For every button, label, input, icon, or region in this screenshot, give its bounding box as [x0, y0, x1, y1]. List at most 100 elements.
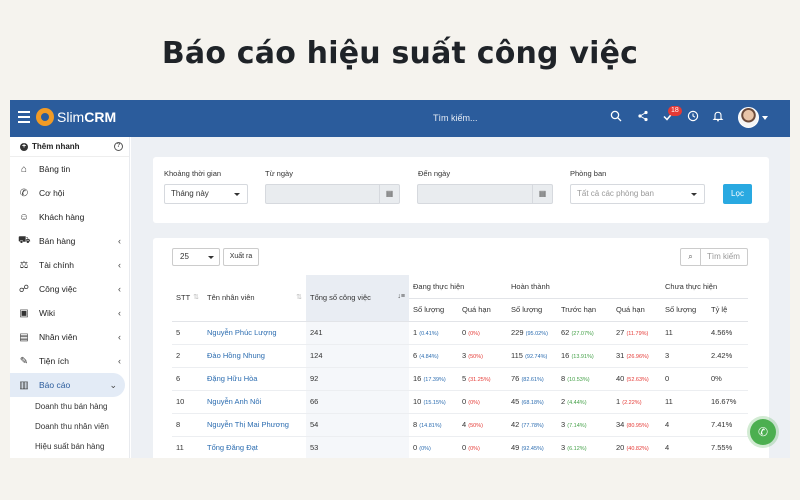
cell-employee-name[interactable]: Tống Đăng Đạt	[203, 436, 306, 458]
sidebar-item-sales[interactable]: ⛟ Bán hàng ‹	[10, 229, 129, 253]
app-logo[interactable]: SlimCRM	[36, 108, 116, 126]
table-row[interactable]: 8 Nguyễn Thị Mai Phương 54 8 (14.81%) 4 (50%…	[172, 413, 748, 437]
sidebar-item-opportunities[interactable]: ✆ Cơ hội	[10, 181, 129, 205]
cell-done-early: 3 (6.12%)	[557, 436, 612, 458]
cell-total: 241	[306, 321, 409, 345]
cell-nd-ratio: 4.56%	[707, 321, 748, 345]
sort-icon: ⇅	[193, 294, 199, 302]
sidebar-item-wiki[interactable]: ▣ Wiki ‹	[10, 301, 129, 325]
to-date-input[interactable]: ▦	[417, 184, 553, 204]
cell-stt: 2	[172, 344, 203, 368]
quick-add-button[interactable]: + Thêm nhanh ?	[10, 137, 129, 157]
cell-employee-name[interactable]: Nguyễn Thị Mai Phương	[203, 413, 306, 437]
col-header-total[interactable]: Tổng số công việc ↓≡	[306, 275, 409, 322]
cell-employee-name[interactable]: Đào Hồng Nhung	[203, 344, 306, 368]
cell-ip-qty: 6 (4.84%)	[409, 344, 458, 368]
cell-nd-qty: 4	[661, 413, 707, 437]
scale-icon: ⚖	[19, 259, 29, 271]
sidebar-item-reports[interactable]: ▥ Báo cáo ⌄	[10, 373, 125, 397]
bell-icon[interactable]	[710, 110, 726, 126]
user-icon: ☺	[18, 211, 30, 223]
sidebar-item-label: Công việc	[39, 284, 77, 294]
from-date-input[interactable]: ▦	[265, 184, 400, 204]
search-icon[interactable]: ⌕	[681, 249, 701, 265]
share-icon[interactable]	[635, 110, 651, 126]
table-row[interactable]: 5 Nguyễn Phúc Lượng 241 1 (0.41%) 0 (0%) 229 …	[172, 321, 748, 345]
sort-icon: ⇅	[296, 294, 302, 302]
sidebar-subitem-staff-revenue[interactable]: Doanh thu nhân viên	[10, 417, 129, 437]
period-select[interactable]: Tháng này	[164, 184, 248, 204]
cell-employee-name[interactable]: Đặng Hữu Hòa	[203, 367, 306, 391]
table-row[interactable]: 11 Tống Đăng Đạt 53 0 (0%) 0 (0%) 49 (92.45%)…	[172, 436, 748, 458]
chevron-down-icon: ⌄	[109, 380, 117, 390]
table-search[interactable]: ⌕ Tìm kiếm	[680, 248, 748, 266]
col-header-done-early[interactable]: Trước hạn	[557, 298, 612, 322]
sidebar-item-label: Nhân viên	[39, 332, 78, 342]
sort-desc-icon: ↓≡	[397, 293, 405, 301]
table-body: 5 Nguyễn Phúc Lượng 241 1 (0.41%) 0 (0%) 229 …	[172, 321, 748, 458]
col-header-stt[interactable]: STT ⇅	[172, 275, 203, 322]
sidebar-item-tasks[interactable]: ☍ Công việc ‹	[10, 277, 129, 301]
cell-done-early: 2 (4.44%)	[557, 390, 612, 414]
caret-down-icon	[691, 193, 697, 196]
col-header-ip-qty[interactable]: Số lượng	[409, 298, 458, 322]
chevron-left-icon: ‹	[118, 356, 121, 366]
cell-done-overdue: 20 (40.82%)	[612, 436, 661, 458]
cell-done-qty: 115 (92.74%)	[507, 344, 557, 368]
table-row[interactable]: 6 Đặng Hữu Hòa 92 16 (17.39%) 5 (31.25%) 76 (…	[172, 367, 748, 391]
sidebar-subitem-sales-performance[interactable]: Hiệu suất bán hàng	[10, 437, 129, 457]
cell-done-qty: 76 (82.61%)	[507, 367, 557, 391]
cell-ip-qty: 10 (15.15%)	[409, 390, 458, 414]
cell-nd-ratio: 16.67%	[707, 390, 748, 414]
cell-nd-ratio: 0%	[707, 367, 748, 391]
phone-call-button[interactable]: ✆	[750, 419, 776, 445]
table-search-input[interactable]: Tìm kiếm	[707, 249, 740, 265]
cell-ip-overdue: 4 (50%)	[458, 413, 507, 437]
col-header-ip-overdue[interactable]: Quá hạn	[458, 298, 507, 322]
calendar-icon[interactable]: ▦	[379, 185, 399, 203]
cell-employee-name[interactable]: Nguyễn Anh Nôi	[203, 390, 306, 414]
menu-toggle-icon[interactable]	[18, 111, 30, 123]
help-icon[interactable]: ?	[114, 142, 123, 151]
col-header-name[interactable]: Tên nhân viên ⇅	[203, 275, 306, 322]
clock-icon[interactable]	[685, 110, 701, 126]
sidebar-item-finance[interactable]: ⚖ Tài chính ‹	[10, 253, 129, 277]
cell-done-overdue: 34 (80.95%)	[612, 413, 661, 437]
department-label: Phòng ban	[570, 169, 607, 178]
cell-total: 124	[306, 344, 409, 368]
table-row[interactable]: 10 Nguyễn Anh Nôi 66 10 (15.15%) 0 (0%) 45 (6…	[172, 390, 748, 414]
cell-done-qty: 45 (68.18%)	[507, 390, 557, 414]
calendar-icon[interactable]: ▦	[532, 185, 552, 203]
global-search-input[interactable]: Tìm kiếm...	[433, 113, 478, 123]
performance-table: STT ⇅ Tên nhân viên ⇅ Tổng số công việc ↓≡ …	[172, 275, 748, 458]
phone-icon: ✆	[19, 187, 29, 199]
col-header-done-qty[interactable]: Số lượng	[507, 298, 557, 322]
search-icon[interactable]	[608, 110, 624, 126]
sidebar-item-customers[interactable]: ☺ Khách hàng	[10, 205, 129, 229]
filter-submit-button[interactable]: Lọc	[723, 184, 752, 204]
cell-employee-name[interactable]: Nguyễn Phúc Lượng	[203, 321, 306, 345]
sidebar-item-staff[interactable]: ▤ Nhân viên ‹	[10, 325, 129, 349]
page-size-select[interactable]: 25	[172, 248, 220, 266]
cell-stt: 5	[172, 321, 203, 345]
department-select[interactable]: Tất cả các phòng ban	[570, 184, 705, 204]
export-button[interactable]: Xuất ra	[223, 248, 259, 266]
cell-nd-qty: 11	[661, 390, 707, 414]
col-header-done-overdue[interactable]: Quá hạn	[612, 298, 661, 322]
logo-prefix: Slim	[57, 109, 85, 125]
chevron-down-icon[interactable]	[762, 116, 768, 120]
cell-ip-qty: 1 (0.41%)	[409, 321, 458, 345]
sidebar-subitem-sales-revenue[interactable]: Doanh thu bán hàng	[10, 397, 129, 417]
sidebar-item-dashboard[interactable]: ⌂ Bảng tin	[10, 157, 129, 181]
col-header-nd-ratio[interactable]: Tỷ lệ	[707, 298, 748, 322]
chevron-left-icon: ‹	[118, 284, 121, 294]
col-header-nd-qty[interactable]: Số lượng	[661, 298, 707, 322]
chart-icon: ▥	[19, 379, 29, 391]
table-row[interactable]: 2 Đào Hồng Nhung 124 6 (4.84%) 3 (50%) 115 (9…	[172, 344, 748, 368]
user-avatar[interactable]	[738, 107, 759, 128]
sidebar-item-label: Bán hàng	[39, 236, 76, 246]
sidebar-item-utilities[interactable]: ✎ Tiện ích ‹	[10, 349, 129, 373]
plus-icon: +	[20, 142, 28, 151]
cell-done-early: 62 (27.07%)	[557, 321, 612, 345]
page-size-value: 25	[180, 252, 189, 261]
